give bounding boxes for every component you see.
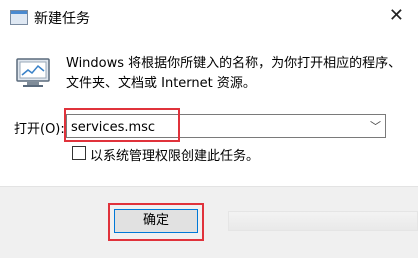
cancel-button-partial[interactable]: [228, 211, 418, 231]
open-label: 打开(O):: [14, 122, 65, 137]
open-input[interactable]: [71, 118, 361, 136]
admin-checkbox[interactable]: [72, 146, 86, 160]
close-icon[interactable]: ✕: [389, 5, 404, 26]
ok-button[interactable]: 确定: [114, 209, 198, 233]
dialog-description: Windows 将根据你所键入的名称，为你打开相应的程序、文件夹、文档或 Int…: [66, 56, 402, 91]
open-combobox[interactable]: ﹀: [66, 114, 386, 138]
chevron-down-icon[interactable]: ﹀: [370, 118, 381, 134]
admin-checkbox-label[interactable]: 以系统管理权限创建此任务。: [90, 145, 259, 164]
run-dialog-icon: [16, 58, 50, 87]
dialog-content: Windows 将根据你所键入的名称，为你打开相应的程序、文件夹、文档或 Int…: [0, 36, 418, 186]
window-title: 新建任务: [34, 11, 90, 27]
window-app-icon: [10, 10, 28, 25]
title-bar: 新建任务 ✕: [0, 0, 418, 36]
dialog-footer: 确定: [0, 186, 418, 258]
